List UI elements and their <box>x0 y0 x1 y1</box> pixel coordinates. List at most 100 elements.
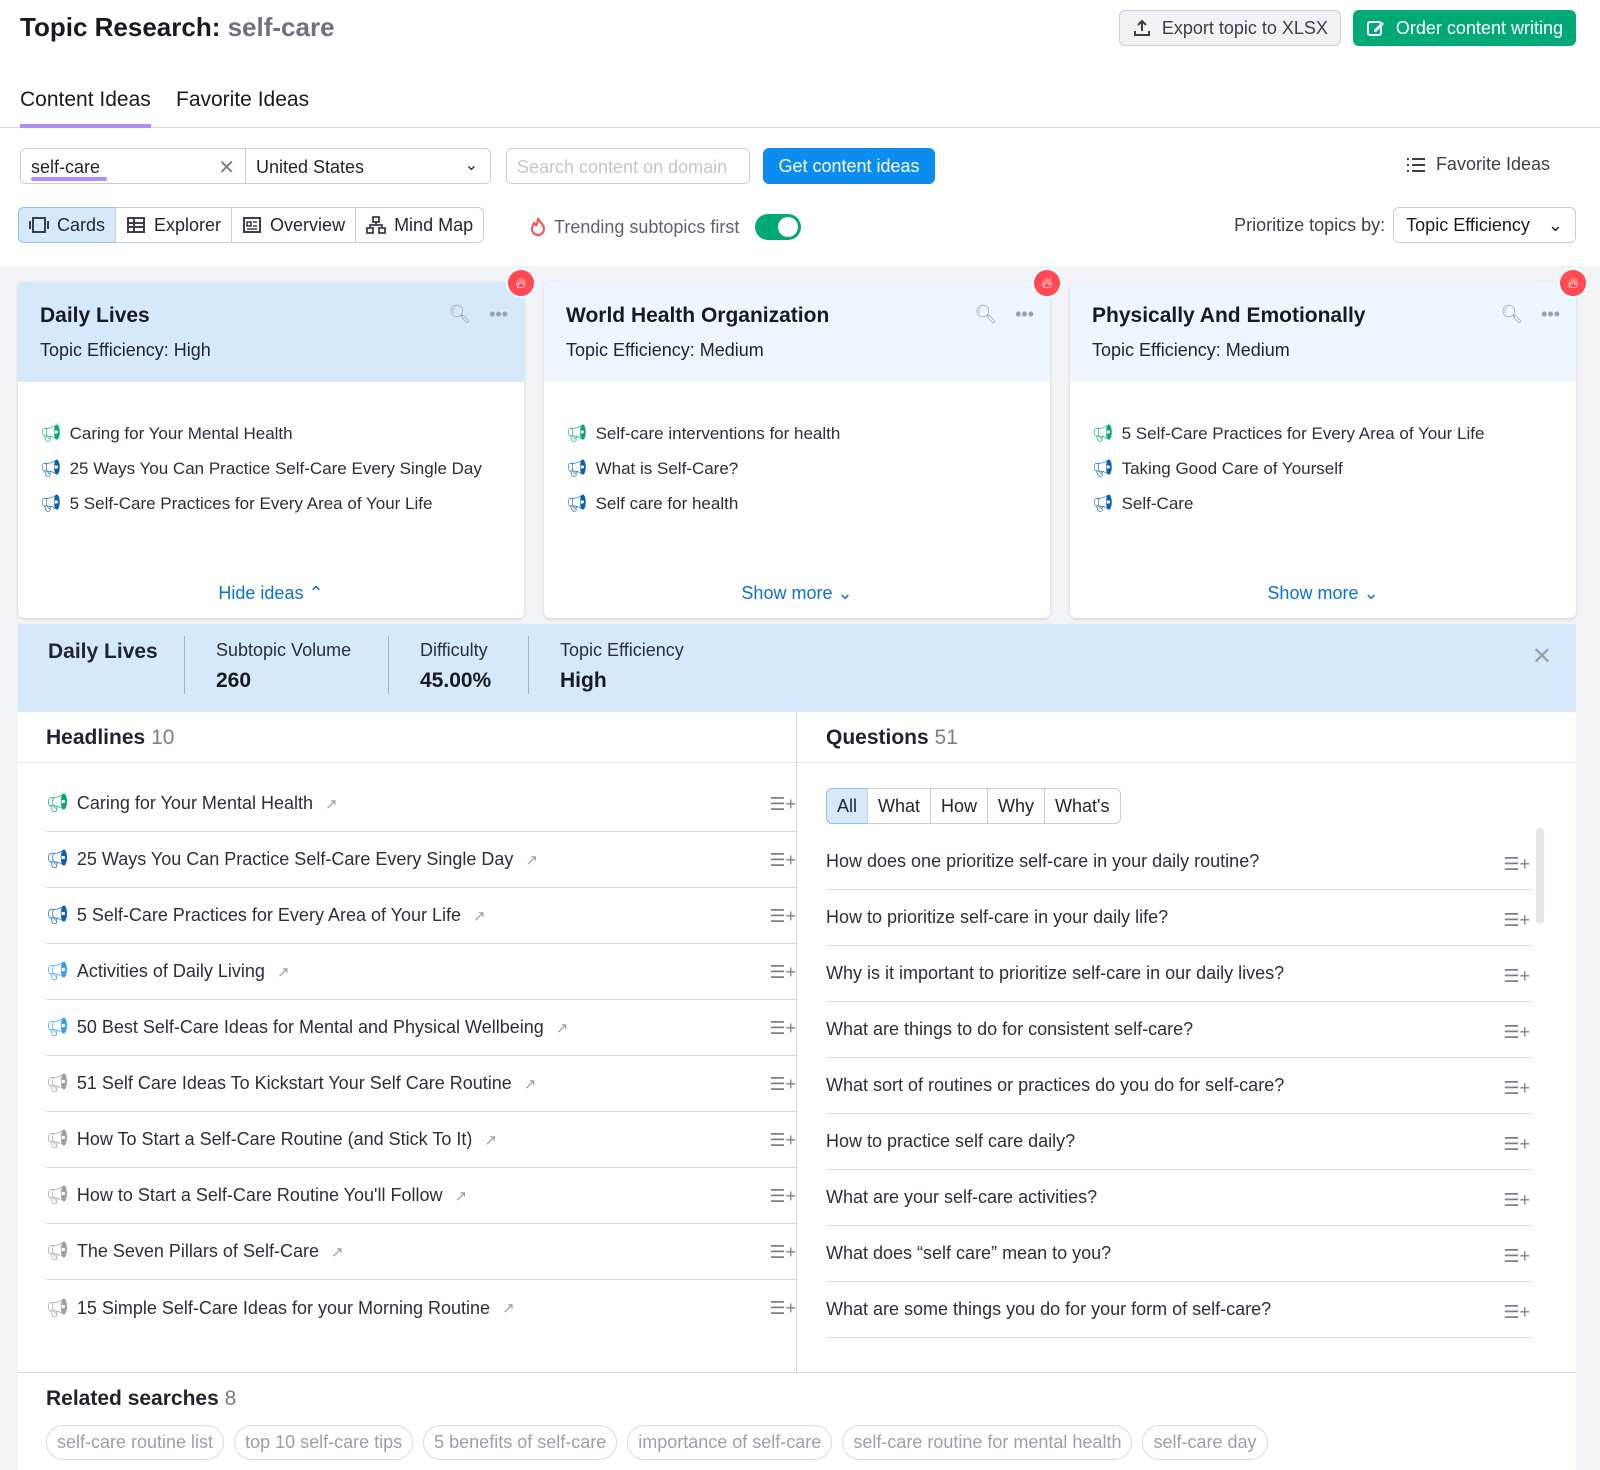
topic-card-world-health-organization[interactable]: World Health Organization Topic Efficien… <box>544 282 1050 618</box>
view-mind-map[interactable]: Mind Map <box>355 207 485 243</box>
view-explorer[interactable]: Explorer <box>115 207 233 243</box>
question-row[interactable]: What are your self-care activities? ☰+ <box>826 1170 1532 1226</box>
add-to-list-icon[interactable]: ☰+ <box>769 1130 796 1151</box>
headline-row[interactable]: 📢︎ 15 Simple Self-Care Ideas for your Mor… <box>46 1280 798 1336</box>
search-icon[interactable]: 🔍︎ <box>448 304 471 325</box>
trending-toggle[interactable] <box>755 214 802 240</box>
external-link-icon[interactable]: ↗ <box>524 1075 537 1093</box>
external-link-icon[interactable]: ↗ <box>473 907 486 925</box>
headline-text[interactable]: How to Start a Self-Care Routine You'll … <box>77 1185 443 1206</box>
tab-content-ideas[interactable]: Content Ideas <box>20 88 151 128</box>
view-cards[interactable]: Cards <box>18 207 117 243</box>
add-to-list-icon[interactable]: ☰+ <box>769 1186 796 1207</box>
headline-text[interactable]: 5 Self-Care Practices for Every Area of … <box>77 905 461 926</box>
headline-row[interactable]: 📢︎ 51 Self Care Ideas To Kickstart Your S… <box>46 1056 798 1112</box>
show-more-link[interactable]: Show more ⌄ <box>1070 583 1576 604</box>
related-chip[interactable]: self-care routine list <box>46 1425 225 1460</box>
question-row[interactable]: How does one prioritize self-care in you… <box>826 834 1532 890</box>
question-row[interactable]: What does “self care” mean to you? ☰+ <box>826 1226 1532 1282</box>
show-more-link[interactable]: Show more ⌄ <box>544 583 1050 604</box>
headline-row[interactable]: 📢︎ 5 Self-Care Practices for Every Area o… <box>46 888 798 944</box>
headline-text[interactable]: Caring for Your Mental Health <box>77 793 313 814</box>
headline-row[interactable]: 📢︎ The Seven Pillars of Self-Care ↗ ☰+ <box>46 1224 798 1280</box>
questions-scrollbar[interactable] <box>1536 828 1544 924</box>
country-select[interactable]: United States ⌄ <box>245 148 491 184</box>
add-to-list-icon[interactable]: ☰+ <box>769 1298 796 1319</box>
filter-all[interactable]: All <box>826 788 869 824</box>
add-to-list-icon[interactable]: ☰+ <box>769 962 796 983</box>
question-row[interactable]: What are things to do for consistent sel… <box>826 1002 1532 1058</box>
add-to-list-icon[interactable]: ☰+ <box>1503 1134 1530 1155</box>
add-to-list-icon[interactable]: ☰+ <box>769 794 796 815</box>
add-to-list-icon[interactable]: ☰+ <box>1503 854 1530 875</box>
add-to-list-icon[interactable]: ☰+ <box>769 1074 796 1095</box>
related-chip[interactable]: self-care day <box>1142 1425 1268 1460</box>
keyword-input[interactable]: self-care ✕ <box>20 148 246 184</box>
add-to-list-icon[interactable]: ☰+ <box>1503 1302 1530 1323</box>
headline-row[interactable]: 📢︎ Caring for Your Mental Health ↗ ☰+ <box>46 776 798 832</box>
question-row[interactable]: What are some things you do for your for… <box>826 1282 1532 1338</box>
headline-text[interactable]: 25 Ways You Can Practice Self-Care Every… <box>77 849 514 870</box>
search-icon[interactable]: 🔍︎ <box>974 304 997 325</box>
export-xlsx-button[interactable]: Export topic to XLSX <box>1118 10 1341 46</box>
headline-row[interactable]: 📢︎ 50 Best Self-Care Ideas for Mental and… <box>46 1000 798 1056</box>
more-icon[interactable]: ••• <box>489 304 508 325</box>
headline-text[interactable]: How To Start a Self-Care Routine (and St… <box>77 1129 473 1150</box>
filter-how[interactable]: How <box>930 788 989 824</box>
headline-row[interactable]: 📢︎ How to Start a Self-Care Routine You'l… <box>46 1168 798 1224</box>
topic-card-daily-lives[interactable]: Daily Lives Topic Efficiency: High 🔍︎ ••… <box>18 282 524 618</box>
headline-row[interactable]: 📢︎ How To Start a Self-Care Routine (and … <box>46 1112 798 1168</box>
question-text: What sort of routines or practices do yo… <box>826 1075 1285 1095</box>
search-icon[interactable]: 🔍︎ <box>1500 304 1523 325</box>
question-row[interactable]: Why is it important to prioritize self-c… <box>826 946 1532 1002</box>
question-row[interactable]: What sort of routines or practices do yo… <box>826 1058 1532 1114</box>
favorite-ideas-link[interactable]: Favorite Ideas <box>1406 154 1550 175</box>
prioritize-select[interactable]: Topic Efficiency ⌄ <box>1393 207 1576 243</box>
clear-icon[interactable]: ✕ <box>218 155 235 180</box>
add-to-list-icon[interactable]: ☰+ <box>1503 910 1530 931</box>
hide-ideas-link[interactable]: Hide ideas ⌃ <box>18 583 524 604</box>
add-to-list-icon[interactable]: ☰+ <box>1503 1078 1530 1099</box>
filter-whats[interactable]: What's <box>1044 788 1121 824</box>
headline-text[interactable]: 50 Best Self-Care Ideas for Mental and P… <box>77 1017 544 1038</box>
external-link-icon[interactable]: ↗ <box>454 1187 467 1205</box>
filter-why[interactable]: Why <box>987 788 1046 824</box>
add-to-list-icon[interactable]: ☰+ <box>1503 966 1530 987</box>
order-content-button[interactable]: Order content writing <box>1352 10 1576 46</box>
headline-row[interactable]: 📢︎ Activities of Daily Living ↗ ☰+ <box>46 944 798 1000</box>
close-icon[interactable]: ✕ <box>1532 642 1552 671</box>
external-link-icon[interactable]: ↗ <box>331 1243 344 1261</box>
view-overview[interactable]: Overview <box>231 207 357 243</box>
external-link-icon[interactable]: ↗ <box>325 795 338 813</box>
external-link-icon[interactable]: ↗ <box>525 851 538 869</box>
get-content-ideas-button[interactable]: Get content ideas <box>763 148 935 184</box>
external-link-icon[interactable]: ↗ <box>277 963 290 981</box>
question-row[interactable]: How to prioritize self-care in your dail… <box>826 890 1532 946</box>
more-icon[interactable]: ••• <box>1541 304 1560 325</box>
related-chip[interactable]: 5 benefits of self-care <box>423 1425 618 1460</box>
add-to-list-icon[interactable]: ☰+ <box>769 1242 796 1263</box>
question-row[interactable]: How to practice self care daily? ☰+ <box>826 1114 1532 1170</box>
headline-text[interactable]: The Seven Pillars of Self-Care <box>77 1241 319 1262</box>
more-icon[interactable]: ••• <box>1015 304 1034 325</box>
headline-text[interactable]: 15 Simple Self-Care Ideas for your Morni… <box>77 1298 490 1319</box>
headline-row[interactable]: 📢︎ 25 Ways You Can Practice Self-Care Eve… <box>46 832 798 888</box>
external-link-icon[interactable]: ↗ <box>502 1299 515 1317</box>
add-to-list-icon[interactable]: ☰+ <box>769 1018 796 1039</box>
external-link-icon[interactable]: ↗ <box>484 1131 497 1149</box>
headline-text[interactable]: 51 Self Care Ideas To Kickstart Your Sel… <box>77 1073 512 1094</box>
related-chip[interactable]: top 10 self-care tips <box>234 1425 414 1460</box>
domain-search-input[interactable]: Search content on domain <box>506 148 750 184</box>
add-to-list-icon[interactable]: ☰+ <box>1503 1190 1530 1211</box>
external-link-icon[interactable]: ↗ <box>556 1019 569 1037</box>
tab-favorite-ideas[interactable]: Favorite Ideas <box>176 88 309 112</box>
add-to-list-icon[interactable]: ☰+ <box>1503 1022 1530 1043</box>
related-chip[interactable]: self-care routine for mental health <box>842 1425 1133 1460</box>
headline-text[interactable]: Activities of Daily Living <box>77 961 265 982</box>
add-to-list-icon[interactable]: ☰+ <box>769 850 796 871</box>
add-to-list-icon[interactable]: ☰+ <box>769 906 796 927</box>
related-chip[interactable]: importance of self-care <box>627 1425 833 1460</box>
topic-card-physically-and-emotionally[interactable]: Physically And Emotionally Topic Efficie… <box>1070 282 1576 618</box>
add-to-list-icon[interactable]: ☰+ <box>1503 1246 1530 1267</box>
filter-what[interactable]: What <box>867 788 932 824</box>
